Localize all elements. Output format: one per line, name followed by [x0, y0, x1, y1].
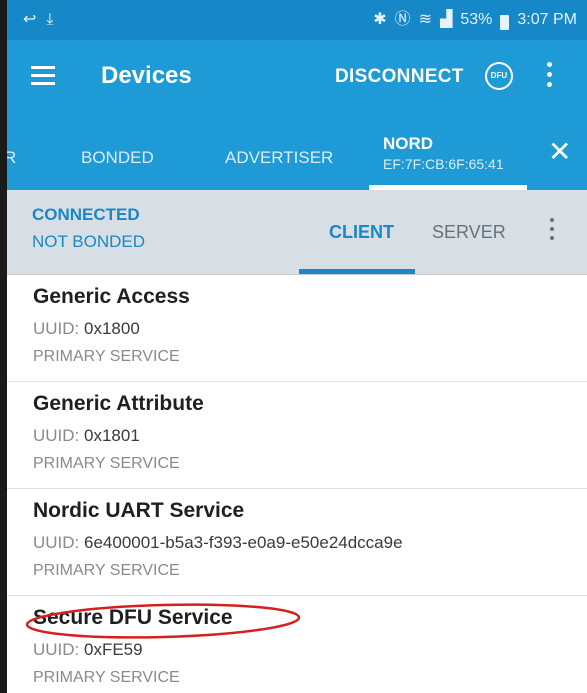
menu-icon[interactable] — [31, 66, 55, 86]
uuid-value: 0x1800 — [84, 319, 140, 338]
service-item[interactable]: Generic Access UUID: 0x1800 PRIMARY SERV… — [7, 275, 587, 382]
overflow-menu-icon[interactable] — [547, 62, 553, 92]
bluetooth-icon: ✱ — [373, 11, 387, 28]
service-name: Nordic UART Service — [33, 499, 245, 522]
status-bar: ↩ ⤓ ✱ Ⓝ ≋ ▟ 53% 3:07 PM — [7, 0, 587, 40]
app-frame: ↩ ⤓ ✱ Ⓝ ≋ ▟ 53% 3:07 PM Devices DISCONNE… — [0, 0, 587, 693]
tab-scanner-partial[interactable]: R — [7, 148, 16, 168]
uuid-label: UUID: — [33, 426, 84, 445]
connection-menu-icon[interactable] — [550, 218, 556, 245]
missed-call-icon: ↩ — [23, 11, 37, 28]
connection-status: CONNECTED — [32, 205, 140, 224]
uuid-label: UUID: — [33, 640, 84, 659]
service-type: PRIMARY SERVICE — [33, 348, 180, 365]
app-bar: Devices DISCONNECT DFU — [7, 40, 587, 116]
client-tab-indicator — [299, 269, 415, 274]
service-name: Generic Access — [33, 285, 190, 308]
service-uuid: UUID: 0x1801 — [33, 426, 140, 446]
tab-device-name[interactable]: NORD — [383, 134, 433, 154]
disconnect-button[interactable]: DISCONNECT — [335, 66, 464, 88]
dfu-icon[interactable]: DFU — [485, 62, 513, 90]
service-name: Generic Attribute — [33, 392, 204, 415]
connection-bar: CONNECTED NOT BONDED CLIENT SERVER — [7, 190, 587, 275]
tab-advertiser[interactable]: ADVERTISER — [225, 148, 333, 168]
uuid-value: 0x1801 — [84, 426, 140, 445]
battery-percent: 53% — [460, 11, 493, 28]
device-tab-bar: R BONDED ADVERTISER NORD EF:7F:CB:6F:65:… — [7, 116, 587, 190]
bond-status: NOT BONDED — [32, 232, 146, 251]
signal-icon: ▟ — [440, 11, 453, 28]
clock: 3:07 PM — [517, 11, 577, 28]
uuid-label: UUID: — [33, 319, 84, 338]
close-tab-icon[interactable]: ✕ — [548, 138, 571, 166]
uuid-value: 0xFE59 — [84, 640, 143, 659]
annotation-circle — [25, 603, 301, 639]
service-item[interactable]: Generic Attribute UUID: 0x1801 PRIMARY S… — [7, 382, 587, 489]
uuid-value: 6e400001-b5a3-f393-e0a9-e50e24dcca9e — [84, 533, 403, 552]
nfc-icon: Ⓝ — [394, 11, 411, 28]
download-icon: ⤓ — [46, 11, 54, 28]
tab-client[interactable]: CLIENT — [329, 222, 394, 243]
service-uuid: UUID: 0xFE59 — [33, 640, 143, 660]
tab-bonded[interactable]: BONDED — [81, 148, 154, 168]
page-title: Devices — [101, 62, 192, 89]
service-item[interactable]: Nordic UART Service UUID: 6e400001-b5a3-… — [7, 489, 587, 596]
service-uuid: UUID: 6e400001-b5a3-f393-e0a9-e50e24dcca… — [33, 533, 403, 553]
service-type: PRIMARY SERVICE — [33, 669, 180, 686]
tab-device-address[interactable]: EF:7F:CB:6F:65:41 — [383, 156, 504, 172]
tab-server[interactable]: SERVER — [432, 222, 506, 243]
service-type: PRIMARY SERVICE — [33, 562, 180, 579]
service-type: PRIMARY SERVICE — [33, 455, 180, 472]
battery-icon — [500, 14, 510, 30]
uuid-label: UUID: — [33, 533, 84, 552]
service-item[interactable]: Secure DFU Service UUID: 0xFE59 PRIMARY … — [7, 596, 587, 693]
service-uuid: UUID: 0x1800 — [33, 319, 140, 339]
wifi-icon: ≋ — [418, 11, 433, 28]
